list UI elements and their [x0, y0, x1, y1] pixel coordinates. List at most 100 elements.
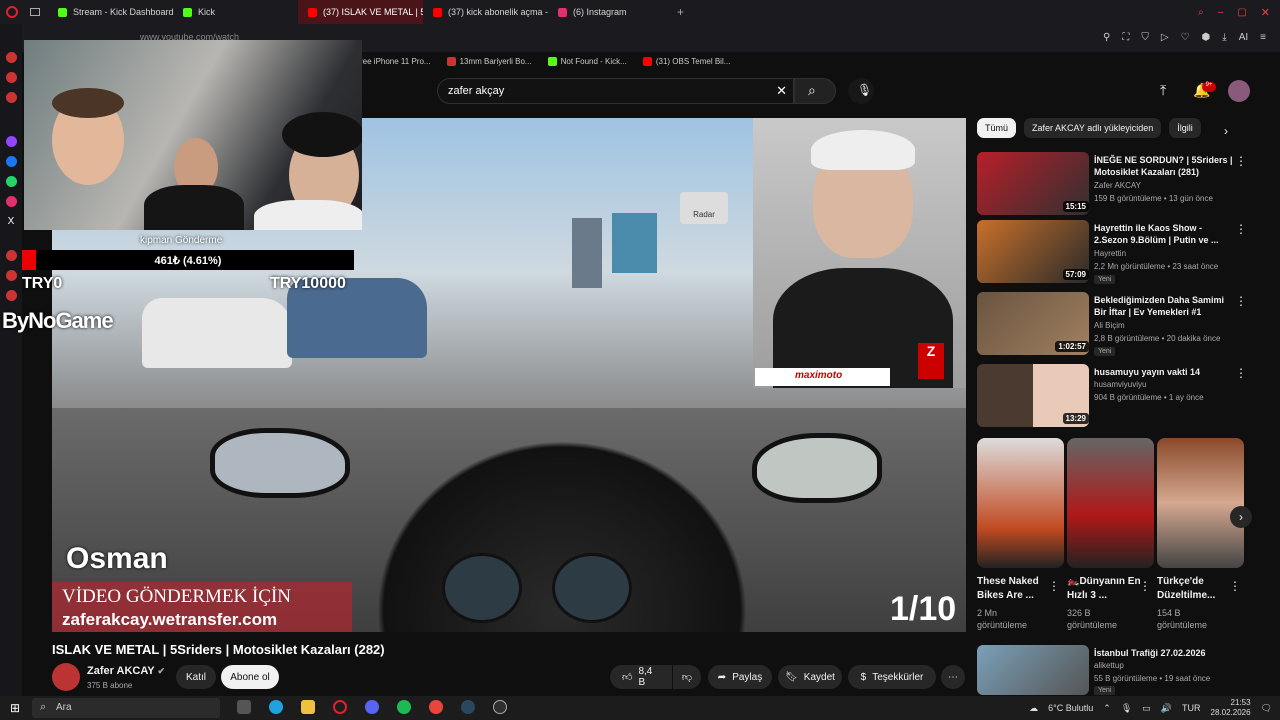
recommendation-item[interactable]: İstanbul Trafiği 27.02.2026 alikettup 55… — [977, 645, 1267, 695]
notification-center-icon[interactable]: 🗨 — [1261, 703, 1272, 714]
heart-icon[interactable]: ♡ — [1181, 32, 1190, 43]
more-icon: ⋯ — [948, 671, 958, 683]
taskbar-apps — [228, 700, 516, 714]
settings-icon[interactable] — [5, 290, 17, 301]
chip-related[interactable]: İlgili — [1169, 118, 1201, 138]
bookmark-item[interactable]: (31) OBS Temel Bil... — [642, 56, 730, 66]
history-icon[interactable] — [5, 270, 17, 281]
browser-logo-icon[interactable] — [6, 6, 18, 18]
short-title: These Naked Bikes Are ... — [977, 576, 1039, 601]
more-actions-button[interactable]: ⋯ — [941, 665, 965, 689]
maximize-button[interactable]: ▢ — [1237, 7, 1246, 18]
obs-icon[interactable] — [493, 700, 507, 714]
start-icon[interactable]: ⊞ — [10, 701, 20, 715]
recommendation-title: Beklediğimizden Daha Samimi Bir İftar | … — [1094, 295, 1225, 317]
notification-badge: 9+ — [1202, 82, 1216, 92]
ai-icon[interactable]: AI — [1239, 32, 1248, 43]
bookmark-item[interactable]: ree iPhone 11 Pro... — [360, 57, 431, 66]
bookmark-item[interactable]: 13mm Bariyerli Bo... — [446, 56, 532, 66]
thanks-button[interactable]: $ Teşekkürler — [848, 665, 936, 689]
clock[interactable]: 21:53 28.02.2026 — [1211, 698, 1251, 718]
like-button[interactable]: 👍︎ 8,4 B — [610, 665, 672, 689]
recommendation-item[interactable]: 15:15 İNEĞE NE SORDUN? | 5Sriders | Moto… — [977, 152, 1267, 216]
more-icon[interactable]: ⋮ — [1048, 579, 1060, 593]
network-icon[interactable]: ▭ — [1142, 703, 1151, 714]
mic-icon[interactable]: 🎙 — [1121, 703, 1132, 714]
workspaces-icon[interactable] — [30, 8, 40, 16]
tab-kick[interactable]: Kick — [173, 0, 298, 24]
language-indicator[interactable]: TUR — [1182, 703, 1201, 713]
subscribe-button[interactable]: Abone ol — [221, 665, 279, 689]
save-button[interactable]: 🔖︎ Kaydet — [778, 665, 842, 689]
speed-dial-icon[interactable] — [5, 52, 17, 63]
right-mirror — [752, 433, 882, 503]
more-icon[interactable]: ⋮ — [1235, 294, 1247, 308]
share-button[interactable]: ➦ Paylaş — [708, 665, 772, 689]
twitch-icon[interactable] — [5, 136, 17, 147]
recommendation-item[interactable]: 13:29 husamuyu yayın vakti 14 husamviyuv… — [977, 364, 1267, 428]
tab-kick-abonelik[interactable]: (37) kick abonelik açma - — [423, 0, 548, 24]
join-button[interactable]: Katıl — [176, 665, 216, 689]
channel-name[interactable]: Zafer AKCAY ✔ — [87, 665, 165, 677]
opera-icon[interactable] — [333, 700, 347, 714]
facebook-messenger-icon[interactable] — [5, 156, 17, 167]
mail-icon[interactable] — [5, 72, 17, 83]
whatsapp-icon[interactable] — [5, 176, 17, 187]
shield-icon[interactable]: ⛉ — [1141, 32, 1149, 43]
tab-youtube-video[interactable]: (37) ISLAK VE METAL | 5S — [298, 0, 423, 24]
new-tab-button[interactable]: + — [677, 5, 684, 19]
more-icon[interactable]: ⋮ — [1235, 154, 1247, 168]
chrome-icon[interactable] — [429, 700, 443, 714]
messenger-icon[interactable] — [5, 92, 17, 103]
edge-icon[interactable] — [269, 700, 283, 714]
bookmark-item[interactable]: Not Found - Kick... — [547, 56, 627, 66]
minimize-button[interactable]: – — [1218, 7, 1224, 18]
recommendation-item[interactable]: 1:02:57 Beklediğimizden Daha Samimi Bir … — [977, 292, 1267, 356]
task-view-icon[interactable] — [237, 700, 251, 714]
chips-next-icon[interactable]: › — [1224, 124, 1228, 138]
promo-line-1: VİDEO GÖNDERMEK İÇİN — [62, 586, 292, 607]
download-icon[interactable]: ⤓ — [1222, 32, 1226, 43]
extensions-icon[interactable]: ⬢ — [1202, 32, 1211, 43]
music-icon[interactable] — [5, 250, 17, 261]
tab-kick-dashboard[interactable]: Stream - Kick Dashboard — [48, 0, 173, 24]
menu-icon[interactable]: ≡ — [1260, 32, 1266, 43]
voice-search-button[interactable]: 🎙 — [848, 78, 874, 104]
volume-icon[interactable]: 🔊 — [1161, 703, 1172, 714]
taskbar-search[interactable]: ⌕ Ara — [32, 698, 220, 718]
account-avatar[interactable] — [1228, 80, 1250, 102]
file-explorer-icon[interactable] — [301, 700, 315, 714]
x-icon[interactable]: X — [8, 216, 15, 227]
more-icon[interactable]: ⋮ — [1235, 222, 1247, 236]
shorts-next-icon[interactable]: › — [1230, 506, 1252, 528]
more-icon[interactable]: ⋮ — [1139, 579, 1151, 593]
tray-chevron-icon[interactable]: ⌃ — [1103, 703, 1111, 714]
channel-avatar[interactable] — [52, 663, 80, 691]
tab-instagram[interactable]: (6) Instagram — [548, 0, 673, 24]
instagram-icon[interactable] — [5, 196, 17, 207]
search-input[interactable]: zafer akçay ✕ — [437, 78, 794, 104]
search-tabs-icon[interactable]: ⌕ — [1198, 7, 1204, 18]
screenshot-icon[interactable]: ⛶ — [1122, 32, 1129, 43]
person-body — [144, 185, 244, 230]
upload-icon[interactable]: ⤒ — [1160, 82, 1166, 99]
chip-all[interactable]: Tümü — [977, 118, 1017, 138]
mic-icon: 🎙 — [857, 83, 873, 97]
chip-uploader[interactable]: Zafer AKCAY adlı yükleyiciden — [1024, 118, 1162, 138]
discord-icon[interactable] — [365, 700, 379, 714]
weather-text[interactable]: 6°C Bulutlu — [1048, 703, 1093, 713]
close-window-button[interactable]: ✕ — [1261, 6, 1270, 19]
play-icon[interactable]: ▷ — [1161, 32, 1169, 43]
recommendation-item[interactable]: 57:09 Hayrettin ile Kaos Show - 2.Sezon … — [977, 220, 1267, 284]
more-icon[interactable]: ⋮ — [1235, 366, 1247, 380]
search-button[interactable]: ⌕ — [794, 78, 836, 104]
short-thumbnail[interactable] — [977, 438, 1064, 568]
short-thumbnail[interactable] — [1157, 438, 1244, 568]
dislike-button[interactable]: 👎︎ — [673, 665, 701, 689]
short-thumbnail[interactable] — [1067, 438, 1154, 568]
pin-icon[interactable]: ⚲ — [1103, 32, 1110, 43]
clear-search-icon[interactable]: ✕ — [776, 83, 787, 99]
spotify-icon[interactable] — [397, 700, 411, 714]
steam-icon[interactable] — [461, 700, 475, 714]
more-icon[interactable]: ⋮ — [1229, 579, 1241, 593]
